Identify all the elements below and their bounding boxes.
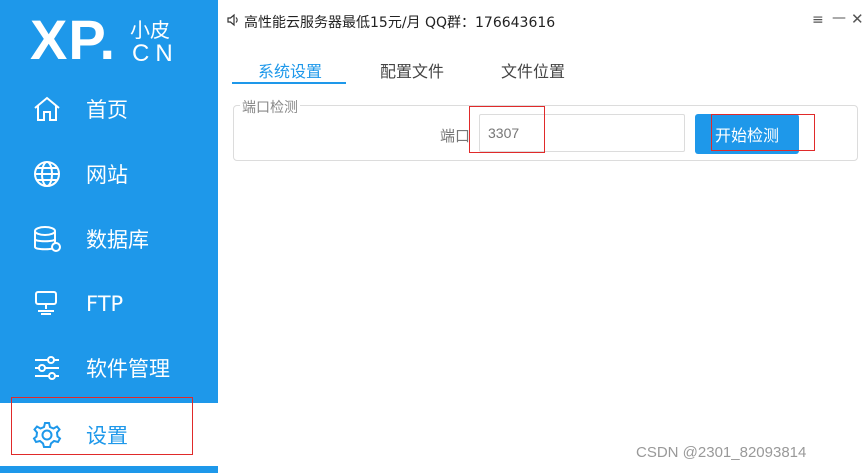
sidebar-item-label: 设置 xyxy=(86,424,128,448)
port-label: 端口 xyxy=(440,127,471,145)
announcement-text[interactable]: 高性能云服务器最低15元/月 QQ群：176643616 xyxy=(244,12,555,32)
sliders-icon xyxy=(35,356,59,380)
tab-file-locations[interactable]: 文件位置 xyxy=(501,58,565,82)
ftp-server-icon xyxy=(35,291,57,315)
menu-icon[interactable]: ≡ xyxy=(812,12,824,28)
minimize-icon[interactable]: — xyxy=(832,10,846,26)
tab-system-settings[interactable]: 系统设置 xyxy=(258,58,322,82)
sidebar-item-label: 软件管理 xyxy=(86,357,170,381)
sidebar-item-label: FTP xyxy=(86,292,124,316)
sidebar-item-label: 网站 xyxy=(86,163,128,187)
sidebar-item-database[interactable]: 数据库 xyxy=(0,207,218,271)
close-icon[interactable]: ✕ xyxy=(851,10,864,28)
top-bar: 高性能云服务器最低15元/月 QQ群：176643616 ≡ — ✕ xyxy=(218,0,865,44)
app-logo: XP. 小皮 CN xyxy=(30,8,190,70)
globe-icon xyxy=(34,161,60,187)
speaker-icon xyxy=(227,13,238,27)
active-tab-underline xyxy=(232,82,346,84)
main-content: 系统设置 配置文件 文件位置 端口检测 端口 开始检测 xyxy=(226,52,860,473)
sidebar-item-website[interactable]: 网站 xyxy=(0,142,218,206)
start-check-button[interactable]: 开始检测 xyxy=(695,114,799,154)
sidebar: XP. 小皮 CN 首页 网站 数据库 FTP 软件管理 设置 xyxy=(0,0,218,473)
sidebar-item-label: 首页 xyxy=(86,98,128,122)
sidebar-item-settings[interactable]: 设置 xyxy=(0,403,218,467)
logo-bottom-text: CN xyxy=(132,40,179,67)
gear-icon xyxy=(32,422,62,448)
home-icon xyxy=(34,96,60,121)
sidebar-item-label: 数据库 xyxy=(86,228,149,252)
port-check-legend: 端口检测 xyxy=(240,97,300,117)
sidebar-item-software[interactable]: 软件管理 xyxy=(0,336,218,400)
logo-main-text: XP. xyxy=(30,8,117,71)
database-icon xyxy=(34,226,61,252)
sidebar-bottom-bar xyxy=(0,466,218,473)
sidebar-item-home[interactable]: 首页 xyxy=(0,77,218,141)
logo-top-text: 小皮 xyxy=(130,18,170,42)
sidebar-item-ftp[interactable]: FTP xyxy=(0,272,218,336)
port-check-panel: 端口检测 端口 开始检测 xyxy=(233,97,858,161)
tab-config-files[interactable]: 配置文件 xyxy=(380,58,444,82)
port-input[interactable] xyxy=(479,114,685,152)
tab-bar: 系统设置 配置文件 文件位置 xyxy=(226,52,860,86)
watermark-text: CSDN @2301_82093814 xyxy=(636,444,807,461)
